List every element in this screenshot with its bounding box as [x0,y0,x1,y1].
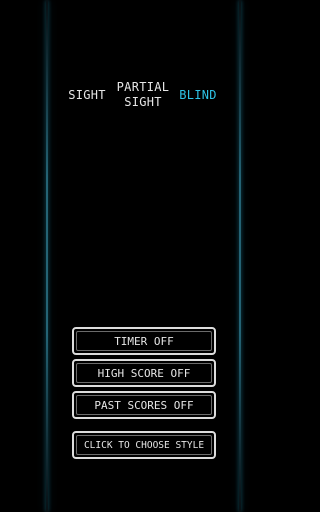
mode-partial-sight-option[interactable]: PARTIAL SIGHT [112,80,174,110]
left-edge-glow [46,0,48,512]
right-edge-glow [239,0,241,512]
high-score-toggle-button[interactable]: HIGH SCORE OFF [72,359,216,387]
past-scores-toggle-button[interactable]: PAST SCORES OFF [72,391,216,419]
mode-sight-option[interactable]: SIGHT [66,88,108,103]
game-screen: SIGHT PARTIAL SIGHT BLIND TIMER OFF HIGH… [0,0,288,512]
timer-toggle-button[interactable]: TIMER OFF [72,327,216,355]
mode-blind-option[interactable]: BLIND [176,88,220,103]
choose-style-button[interactable]: CLICK TO CHOOSE STYLE [72,431,216,459]
